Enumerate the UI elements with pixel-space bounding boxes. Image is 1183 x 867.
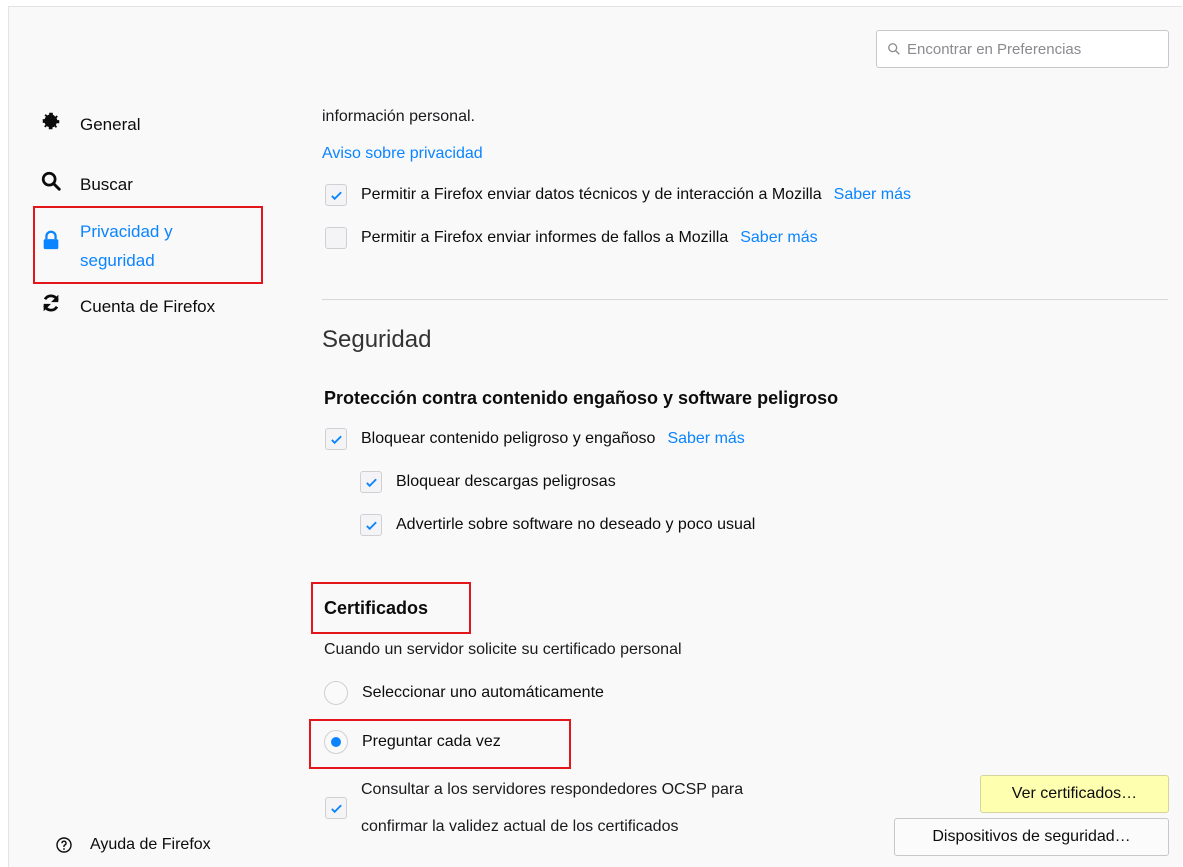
sidebar-item-general[interactable]: General [40, 110, 140, 139]
help-link[interactable]: Ayuda de Firefox [56, 836, 211, 854]
help-label: Ayuda de Firefox [90, 836, 211, 853]
select-automatically-option: Seleccionar uno automáticamente [362, 681, 604, 705]
checkmark-icon [365, 478, 377, 487]
crash-reports-label: Permitir a Firefox enviar informes de fa… [361, 229, 729, 246]
checkmark-icon [330, 804, 342, 813]
block-dangerous-checkbox[interactable] [325, 428, 347, 450]
telemetry-label: Permitir a Firefox enviar datos técnicos… [361, 186, 822, 203]
highlight-box-ask-every-time [309, 719, 571, 769]
warn-unwanted-label: Advertirle sobre software no deseado y p… [396, 516, 756, 533]
block-dangerous-label: Bloquear contenido peligroso y engañoso [361, 430, 656, 447]
crash-reports-checkbox[interactable] [325, 227, 347, 249]
ocsp-checkbox[interactable] [325, 797, 347, 819]
select-automatically-label: Seleccionar uno automáticamente [362, 684, 604, 701]
protection-heading: Protección contra contenido engañoso y s… [324, 388, 839, 408]
ocsp-label-line1: Consultar a los servidores respondedores… [361, 781, 744, 798]
block-downloads-checkbox[interactable] [360, 471, 382, 493]
view-certificates-button[interactable]: Ver certificados… [980, 775, 1169, 813]
highlight-box-certificates [311, 582, 471, 634]
crash-reports-option: Permitir a Firefox enviar informes de fa… [361, 227, 818, 249]
security-section-title: Seguridad [322, 326, 432, 353]
certificate-prompt-text: Cuando un servidor solicite su certifica… [324, 641, 682, 658]
telemetry-checkbox[interactable] [325, 184, 347, 206]
warn-unwanted-checkbox[interactable] [360, 514, 382, 536]
search-input[interactable] [907, 40, 1157, 58]
telemetry-option: Permitir a Firefox enviar datos técnicos… [361, 184, 911, 206]
sidebar-item-label: Buscar [80, 175, 133, 194]
sync-icon [43, 294, 59, 312]
privacy-notice-link[interactable]: Aviso sobre privacidad [322, 145, 483, 163]
search-box[interactable] [876, 30, 1169, 68]
search-icon [41, 171, 61, 191]
help-icon [56, 837, 72, 853]
block-downloads-label: Bloquear descargas peligrosas [396, 473, 616, 490]
block-dangerous-learn-more-link[interactable]: Saber más [667, 430, 744, 448]
telemetry-learn-more-link[interactable]: Saber más [834, 186, 911, 204]
sidebar-item-search[interactable]: Buscar [40, 170, 133, 199]
gear-icon [42, 112, 60, 130]
privacy-info-text: información personal. [322, 108, 475, 125]
highlight-box-privacy [33, 206, 263, 284]
ocsp-label-line2: confirmar la validez actual de los certi… [361, 818, 679, 835]
section-divider [322, 299, 1168, 300]
search-icon [888, 43, 900, 55]
radio-select-automatically[interactable] [324, 681, 348, 705]
warn-unwanted-option: Advertirle sobre software no deseado y p… [396, 514, 755, 536]
block-downloads-option: Bloquear descargas peligrosas [396, 471, 616, 493]
checkmark-icon [330, 191, 342, 200]
block-dangerous-option: Bloquear contenido peligroso y engañoso … [361, 428, 745, 450]
checkmark-icon [330, 435, 342, 444]
sidebar-item-label: Cuenta de Firefox [80, 297, 216, 316]
sidebar-item-firefox-account[interactable]: Cuenta de Firefox [40, 292, 215, 321]
sidebar-item-label: General [80, 115, 141, 134]
security-devices-button[interactable]: Dispositivos de seguridad… [894, 818, 1169, 856]
checkmark-icon [365, 521, 377, 530]
crash-reports-learn-more-link[interactable]: Saber más [740, 229, 817, 247]
